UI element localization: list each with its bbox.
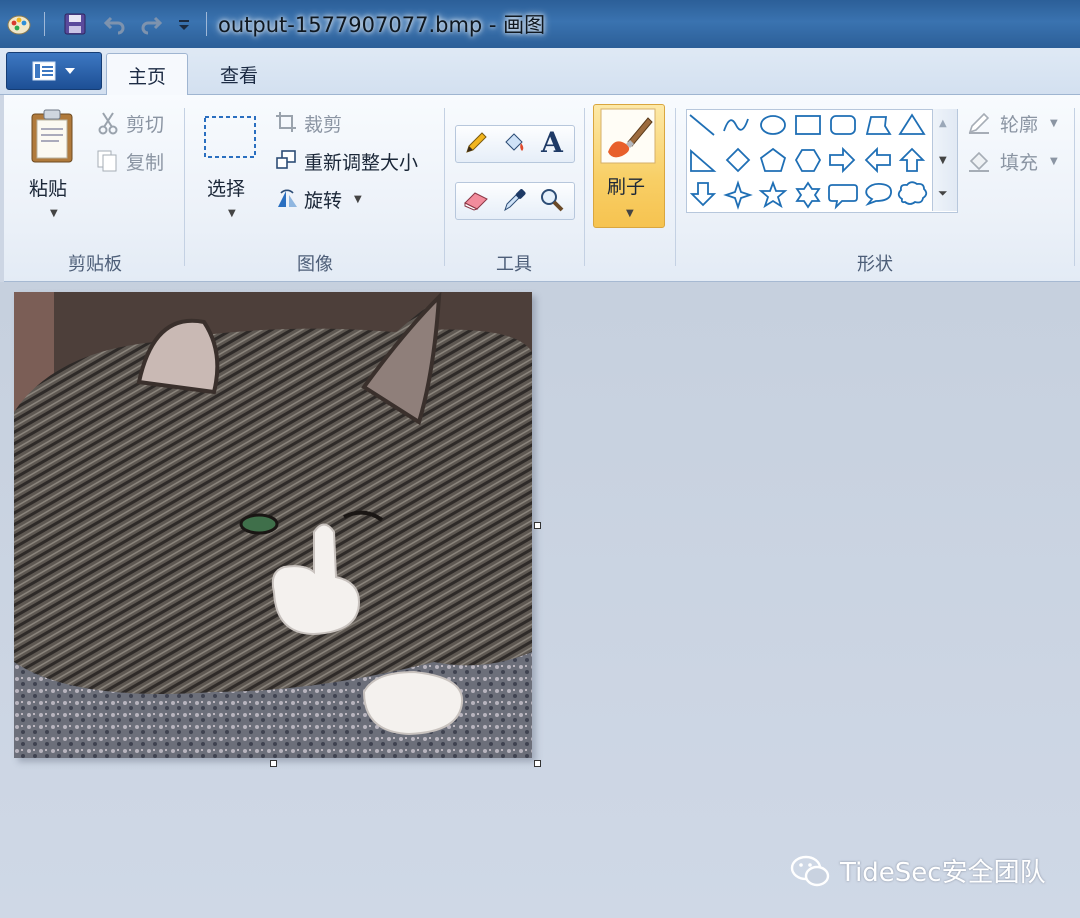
group-label-image: 图像 [297, 254, 333, 275]
tab-home[interactable]: 主页 [106, 53, 188, 96]
shape-right-arrow-icon[interactable] [829, 146, 856, 174]
shape-down-arrow-icon[interactable] [689, 182, 717, 207]
fill-dropdown-icon[interactable]: ▼ [1050, 156, 1058, 167]
shape-rectangle-icon[interactable] [795, 115, 821, 135]
resize-handle-bottom[interactable] [270, 760, 277, 767]
undo-icon[interactable] [100, 10, 130, 38]
app-menu-icon [32, 61, 56, 81]
group-label-tools: 工具 [496, 254, 532, 275]
outline-dropdown-icon[interactable]: ▼ [1050, 118, 1058, 129]
fill-button[interactable]: 填充 [1000, 148, 1038, 175]
color-picker-icon[interactable] [498, 185, 530, 215]
group-separator [1074, 108, 1075, 266]
fill-bucket-icon[interactable] [498, 128, 530, 158]
shape-rounded-rectangle-icon[interactable] [830, 115, 856, 135]
select-button[interactable] [202, 112, 258, 162]
shape-line-icon[interactable] [689, 114, 715, 136]
cut-button[interactable]: 剪切 [126, 110, 164, 137]
image-canvas[interactable] [14, 292, 532, 758]
group-label-clipboard: 剪贴板 [68, 254, 122, 275]
shape-up-arrow-icon[interactable] [898, 147, 926, 172]
pencil-icon[interactable] [460, 128, 492, 158]
application-menu-button[interactable] [6, 52, 102, 90]
scroll-down-icon[interactable]: ▼ [939, 155, 947, 166]
watermark: TideSec安全团队 [790, 852, 1046, 889]
shape-pentagon-icon[interactable] [759, 147, 787, 172]
brush-icon [600, 108, 656, 164]
paste-button[interactable] [24, 106, 80, 166]
copy-icon [94, 148, 120, 174]
outline-button[interactable]: 轮廓 [1000, 110, 1038, 137]
separator [206, 12, 207, 36]
title-bar: output-1577907077.bmp - 画图 [0, 0, 1080, 48]
group-separator [444, 108, 445, 266]
group-separator [675, 108, 676, 266]
shape-hexagon-icon[interactable] [794, 149, 822, 172]
paste-dropdown-icon[interactable]: ▼ [50, 208, 58, 219]
chevron-down-icon [65, 68, 75, 74]
resize-icon [274, 148, 298, 172]
select-label: 选择 [207, 178, 246, 200]
shape-four-point-star-icon[interactable] [723, 180, 753, 210]
separator [44, 12, 45, 36]
shape-five-point-star-icon[interactable] [758, 180, 788, 209]
outline-icon [966, 110, 994, 136]
wechat-icon [790, 855, 830, 886]
eraser-icon[interactable] [460, 185, 492, 215]
group-separator [184, 108, 185, 266]
resize-handle-right[interactable] [534, 522, 541, 529]
redo-icon[interactable] [136, 10, 166, 38]
shape-triangle-icon[interactable] [898, 113, 926, 135]
shapes-grid [689, 113, 928, 210]
crop-button[interactable]: 裁剪 [304, 110, 342, 137]
rotate-button[interactable]: 旋转 [304, 186, 342, 213]
group-label-shapes: 形状 [857, 254, 893, 275]
shape-rounded-callout-icon[interactable] [828, 184, 858, 210]
shape-cloud-callout-icon[interactable] [897, 181, 928, 205]
brush-label: 刷子 [607, 176, 646, 198]
shape-polygon-icon[interactable] [865, 116, 892, 135]
scroll-up-icon[interactable]: ▲ [939, 118, 947, 129]
shape-six-point-star-icon[interactable] [795, 181, 821, 209]
gallery-expand-icon[interactable]: ⏷ [938, 186, 948, 201]
shape-oval-callout-icon[interactable] [865, 182, 892, 206]
shape-curve-icon[interactable] [723, 118, 749, 132]
tab-view[interactable]: 查看 [200, 53, 278, 95]
group-separator [584, 108, 585, 266]
crop-icon [274, 110, 298, 134]
rotate-dropdown-icon[interactable]: ▼ [354, 194, 362, 205]
copy-button[interactable]: 复制 [126, 148, 164, 175]
shape-left-arrow-icon[interactable] [864, 146, 891, 174]
watermark-text: TideSec安全团队 [840, 858, 1046, 888]
resize-handle-corner[interactable] [534, 760, 541, 767]
paint-app-icon[interactable] [4, 10, 34, 38]
save-icon[interactable] [60, 10, 90, 38]
rotate-icon [274, 186, 300, 210]
text-icon[interactable]: A [536, 126, 568, 159]
fill-icon [966, 148, 994, 174]
shape-diamond-icon[interactable] [725, 147, 751, 173]
cut-icon [96, 110, 120, 136]
select-dropdown-icon[interactable]: ▼ [228, 208, 236, 219]
window-title: output-1577907077.bmp - 画图 [218, 13, 546, 37]
shape-oval-icon[interactable] [760, 115, 786, 135]
shape-right-triangle-icon[interactable] [690, 149, 717, 172]
customize-quick-access-icon[interactable] [172, 10, 196, 38]
resize-button[interactable]: 重新调整大小 [304, 148, 418, 175]
magnifier-icon[interactable] [536, 185, 568, 215]
select-rectangle-icon [204, 116, 256, 158]
paste-label: 粘贴 [29, 178, 68, 200]
brush-dropdown-icon[interactable]: ▼ [626, 208, 634, 219]
cat-photo [14, 292, 532, 758]
clipboard-icon [31, 109, 73, 163]
